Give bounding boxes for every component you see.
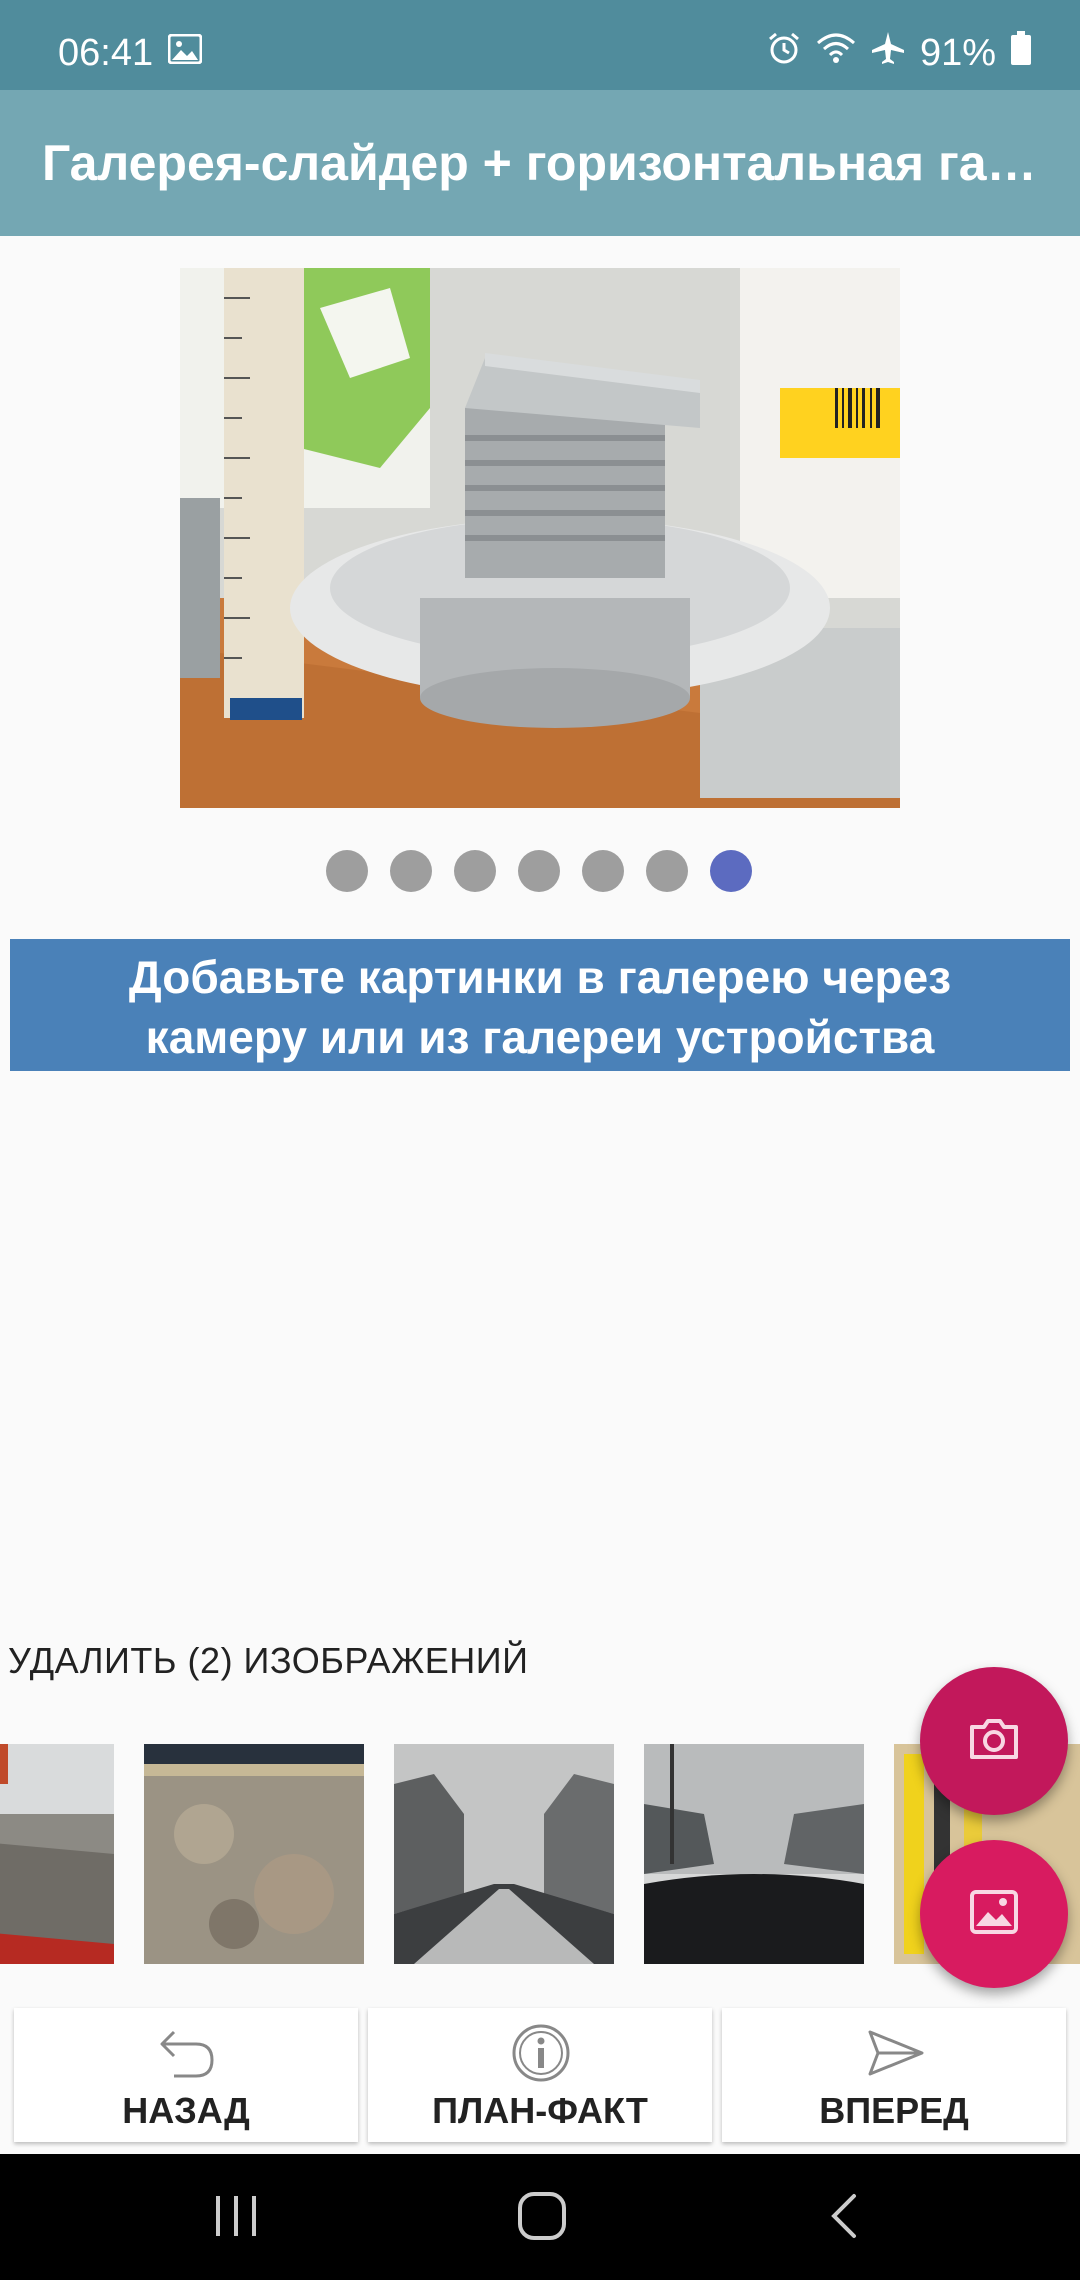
camera-icon bbox=[968, 1717, 1020, 1766]
page-dot[interactable] bbox=[582, 850, 624, 892]
asphalt-surface-photo bbox=[144, 1744, 364, 1964]
plan-fact-label: ПЛАН-ФАКТ bbox=[432, 2090, 648, 2131]
drain-fitting-photo bbox=[180, 268, 900, 808]
info-icon bbox=[510, 2022, 572, 2089]
airplane-icon bbox=[870, 30, 906, 76]
status-bar: 06:41 91% bbox=[0, 0, 1080, 90]
undo-arrow-icon bbox=[156, 2022, 218, 2089]
app-bar: Галерея-слайдер + горизонтальная галерея bbox=[0, 90, 1080, 236]
app-title: Галерея-слайдер + горизонтальная галерея bbox=[42, 135, 1052, 191]
send-icon bbox=[864, 2022, 926, 2089]
concrete-edge-photo bbox=[0, 1744, 114, 1964]
forward-label: ВПЕРЕД bbox=[819, 2090, 969, 2131]
banner-line-1: Добавьте картинки в галерею через bbox=[128, 951, 952, 1003]
bottom-navigation: НАЗАД ПЛАН-ФАКТ ВПЕРЕД bbox=[0, 2000, 1080, 2150]
thumbnail[interactable] bbox=[0, 1744, 114, 1964]
battery-text: 91% bbox=[919, 31, 996, 74]
page-dot-active[interactable] bbox=[710, 850, 752, 892]
camera-button[interactable] bbox=[920, 1667, 1068, 1815]
forward-button[interactable]: ВПЕРЕД bbox=[722, 2008, 1066, 2142]
car-dashboard-winter-road-photo bbox=[644, 1744, 864, 1964]
thumbnail[interactable] bbox=[644, 1744, 864, 1964]
back-button[interactable]: НАЗАД bbox=[14, 2008, 358, 2142]
info-banner: Добавьте картинки в галерею через камеру… bbox=[10, 939, 1070, 1071]
horizontal-gallery[interactable] bbox=[0, 1744, 1080, 1964]
status-icons: 91% bbox=[766, 30, 1032, 76]
recent-apps-icon[interactable] bbox=[212, 2194, 262, 2243]
plan-fact-button[interactable]: ПЛАН-ФАКТ bbox=[368, 2008, 712, 2142]
slider-page-indicator bbox=[326, 850, 752, 892]
page-dot[interactable] bbox=[518, 850, 560, 892]
system-nav-bar bbox=[0, 2154, 1080, 2280]
battery-icon bbox=[1010, 31, 1032, 75]
gallery-button[interactable] bbox=[920, 1840, 1068, 1988]
back-nav-icon[interactable] bbox=[826, 2192, 862, 2245]
delete-images-button[interactable]: УДАЛИТЬ (2) ИЗОБРАЖЕНИЙ bbox=[8, 1640, 529, 1682]
thumbnail[interactable] bbox=[144, 1744, 364, 1964]
thumbnail[interactable] bbox=[394, 1744, 614, 1964]
snowy-road-photo bbox=[394, 1744, 614, 1964]
alarm-icon bbox=[766, 30, 802, 76]
image-icon bbox=[167, 33, 203, 69]
slider-image[interactable] bbox=[180, 268, 900, 808]
page-dot[interactable] bbox=[646, 850, 688, 892]
gallery-icon bbox=[970, 1889, 1018, 1939]
home-icon[interactable] bbox=[516, 2190, 568, 2247]
page-dot[interactable] bbox=[454, 850, 496, 892]
banner-line-2: камеру или из галереи устройства bbox=[145, 1011, 935, 1063]
back-label: НАЗАД bbox=[122, 2090, 250, 2131]
status-time: 06:41 bbox=[58, 32, 154, 74]
page-dot[interactable] bbox=[390, 850, 432, 892]
wifi-icon bbox=[816, 31, 856, 75]
page-dot[interactable] bbox=[326, 850, 368, 892]
